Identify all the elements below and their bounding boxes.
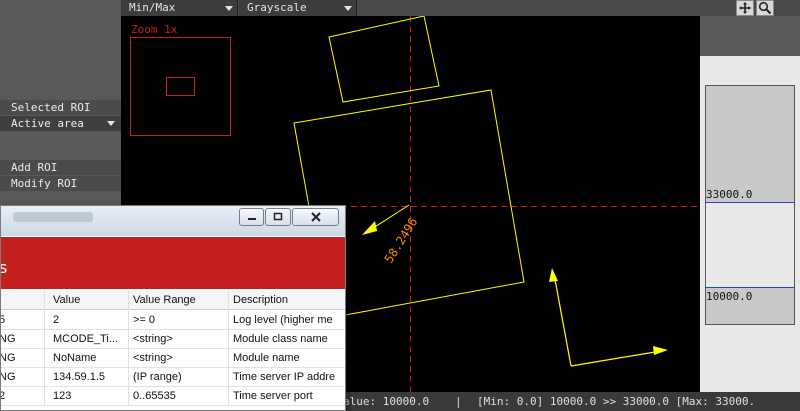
table-cell: <string> [129,349,229,368]
table-cell: <string> [129,330,229,349]
close-button[interactable] [292,208,339,226]
table-cell[interactable]: 2 [49,311,129,330]
table-cell: NG [1,349,45,368]
table-cell: 5 [1,311,45,330]
column-header-description[interactable]: Description [229,291,345,310]
add-roi-button[interactable]: Add ROI [0,160,121,175]
table-header: Value Value Range Description [1,291,345,310]
toolbar-left-gap [0,0,121,16]
scale-mode-dropdown[interactable]: Min/Max [121,0,238,16]
chevron-down-icon [107,121,115,126]
maximize-button[interactable] [265,208,291,226]
maximize-icon [273,212,283,221]
zoom-viewport-rect[interactable] [166,77,195,96]
histogram-selected-range[interactable] [705,203,795,287]
roi-rectangle-small[interactable] [328,16,440,103]
table-row[interactable]: NG MCODE_Ti... <string> Module class nam… [1,330,345,349]
colormap-dropdown[interactable]: Grayscale [239,0,357,16]
table-cell: (IP range) [129,368,229,387]
upper-threshold-line[interactable] [705,202,795,203]
angle-label: 58.2496 [382,215,421,265]
table-row[interactable]: NG NoName <string> Module name [1,349,345,368]
histogram-panel: 33000.0 10000.0 [700,16,800,392]
axis-x-line [570,350,662,367]
status-separator: | [455,395,462,408]
table-cell[interactable]: 123 [49,387,129,406]
table-row[interactable]: 5 2 >= 0 Log level (higher me [1,311,345,330]
top-toolbar: Min/Max Grayscale [0,0,800,16]
column-header-value-range[interactable]: Value Range [129,291,229,310]
active-area-dropdown[interactable]: Active area [0,116,121,131]
table-cell[interactable]: NoName [49,349,129,368]
zoom-icon[interactable] [756,0,774,16]
dialog-banner: s [1,237,345,289]
table-cell: Module name [233,352,300,364]
axis-y-arrowhead [549,268,558,282]
angle-arrowhead [362,221,377,235]
zoom-label: Zoom 1x [131,23,178,36]
table-cell: Time server port [233,390,313,402]
modify-roi-button[interactable]: Modify ROI [0,176,121,191]
table-cell: Module class name [233,333,328,345]
column-header-value[interactable]: Value [49,291,129,310]
table-cell: >= 0 [129,311,229,330]
status-range: [Min: 0.0] 10000.0 >> 33000.0 [Max: 3300… [477,395,756,408]
lower-threshold-line[interactable] [705,287,795,288]
axis-x-arrowhead [653,346,668,355]
table-cell: 0..65535 [129,387,229,406]
parameter-dialog[interactable]: s Value Value Range Description 5 2 >= 0… [0,205,346,411]
close-icon [310,212,321,222]
column-header[interactable] [1,291,45,310]
minimize-icon [247,218,256,220]
table-cell: Log level (higher me [233,314,333,326]
table-cell[interactable]: 134.59.1.5 [49,368,129,387]
colormap-label: Grayscale [247,1,307,14]
table-row[interactable]: NG 134.59.1.5 (IP range) Time server IP … [1,368,345,387]
axis-y-line [553,273,572,367]
zoom-overview-frame [130,37,231,136]
table-cell[interactable]: MCODE_Ti... [49,330,129,349]
selected-roi-label: Selected ROI [0,100,121,115]
scale-mode-label: Min/Max [129,1,176,14]
table-cell: NG [1,330,45,349]
upper-threshold-value: 33000.0 [706,188,753,201]
table-cell: NG [1,368,45,387]
table-cell: 2 [1,387,45,406]
table-row[interactable]: 2 123 0..65535 Time server port [1,387,345,406]
dialog-banner-text: s [1,258,7,277]
dialog-titlebar[interactable] [1,206,345,236]
minimize-button[interactable] [239,208,264,226]
move-icon[interactable] [736,0,754,16]
lower-threshold-value: 10000.0 [706,290,753,303]
status-value: alue: 10000.0 [343,395,430,408]
active-area-label: Active area [11,117,84,130]
dialog-title-blurred [13,212,93,222]
chevron-down-icon [344,6,352,11]
table-cell: Time server IP addre [233,371,336,383]
chevron-down-icon [225,6,233,11]
